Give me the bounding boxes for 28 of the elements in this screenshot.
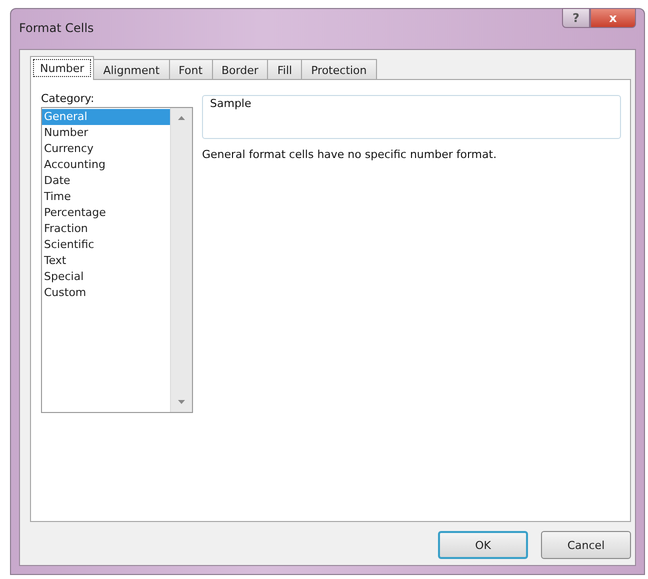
cancel-button[interactable]: Cancel — [541, 531, 631, 559]
category-label: Category: — [41, 92, 96, 105]
tab[interactable]: Border — [212, 59, 268, 80]
category-item[interactable]: Date — [42, 173, 170, 189]
ok-button[interactable]: OK — [438, 531, 528, 559]
sample-label: Sample — [210, 97, 252, 110]
tab[interactable]: Font — [168, 59, 213, 80]
help-button[interactable]: ? — [562, 8, 590, 28]
category-item[interactable]: Percentage — [42, 205, 170, 221]
category-item[interactable]: Number — [42, 125, 170, 141]
scroll-down-icon[interactable] — [178, 400, 185, 404]
tab[interactable]: Alignment — [93, 59, 170, 80]
tab[interactable]: Fill — [267, 59, 302, 80]
category-item[interactable]: Custom — [42, 285, 170, 301]
close-button[interactable]: x — [590, 8, 636, 28]
category-item[interactable]: Special — [42, 269, 170, 285]
category-item[interactable]: Text — [42, 253, 170, 269]
category-item[interactable]: Currency — [42, 141, 170, 157]
category-item[interactable]: Fraction — [42, 221, 170, 237]
category-item[interactable]: Accounting — [42, 157, 170, 173]
category-item[interactable]: Scientific — [42, 237, 170, 253]
tab[interactable]: Number — [30, 56, 94, 80]
scrollbar[interactable] — [170, 108, 192, 412]
scroll-up-icon[interactable] — [178, 116, 185, 120]
window-title: Format Cells — [19, 21, 94, 35]
format-description: General format cells have no specific number format. — [202, 148, 498, 161]
tab[interactable]: Protection — [301, 59, 377, 80]
category-item[interactable]: Time — [42, 189, 170, 205]
